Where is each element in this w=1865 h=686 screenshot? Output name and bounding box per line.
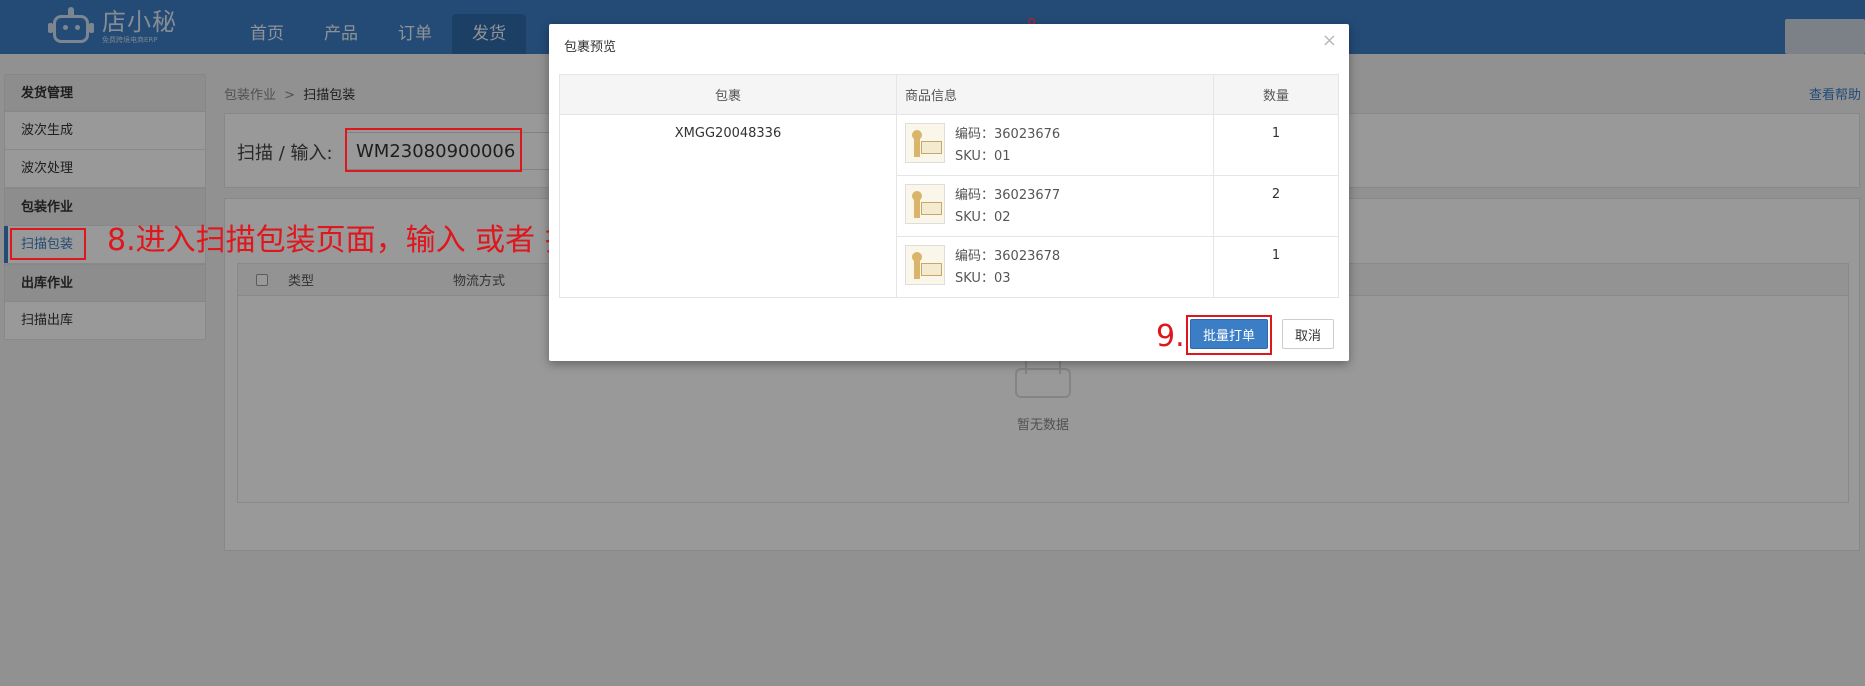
column-quantity: 数量 — [1213, 74, 1339, 115]
product-thumbnail[interactable] — [905, 245, 945, 285]
product-thumbnail[interactable] — [905, 123, 945, 163]
product-sku: SKU：02 — [955, 210, 1011, 225]
table-row: XMGG20048336 编码：36023676 SKU：01 1 — [559, 114, 1339, 298]
product-thumbnail[interactable] — [905, 184, 945, 224]
column-product-info: 商品信息 — [896, 74, 1214, 115]
package-number: XMGG20048336 — [559, 114, 897, 298]
annotation-box-sidebar — [10, 228, 86, 260]
product-info-cell: 编码：36023678 SKU：03 — [896, 236, 1214, 298]
package-preview-modal: 包裹预览 × 包裹 商品信息 数量 XMGG20048336 编码：360236… — [549, 24, 1349, 361]
cancel-button[interactable]: 取消 — [1282, 319, 1334, 349]
product-info-cell: 编码：36023677 SKU：02 — [896, 175, 1214, 237]
product-code: 编码：36023678 — [955, 249, 1061, 264]
product-quantity: 2 — [1213, 175, 1339, 237]
product-code: 编码：36023676 — [955, 127, 1061, 142]
product-code: 编码：36023677 — [955, 188, 1061, 203]
product-sku: SKU：01 — [955, 149, 1011, 164]
product-sku: SKU：03 — [955, 271, 1011, 286]
annotation-box-print-button — [1186, 315, 1272, 355]
annotation-box-scan-input — [345, 128, 522, 172]
product-quantity: 1 — [1213, 114, 1339, 176]
column-package: 包裹 — [559, 74, 897, 115]
product-quantity: 1 — [1213, 236, 1339, 298]
product-info-cell: 编码：36023676 SKU：01 — [896, 114, 1214, 176]
modal-title: 包裹预览 — [564, 40, 617, 55]
package-preview-table: 包裹 商品信息 数量 XMGG20048336 编码：36023676 SKU：… — [559, 74, 1339, 298]
close-icon[interactable]: × — [1322, 30, 1337, 51]
annotation-step9: 9. — [1156, 319, 1185, 354]
